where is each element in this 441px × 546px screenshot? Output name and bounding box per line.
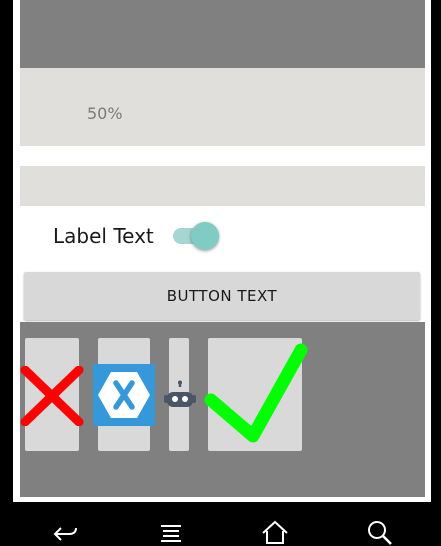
light-gray-bar xyxy=(20,166,425,206)
green-checkmark-icon xyxy=(204,343,308,443)
primary-button[interactable]: BUTTON TEXT xyxy=(24,272,420,320)
system-navigation-bar xyxy=(0,502,441,546)
progress-label: 50% xyxy=(87,104,123,123)
app-screen: 50% Label Text BUTTON TEXT xyxy=(13,0,431,502)
robot-icon xyxy=(164,380,196,407)
menu-icon[interactable] xyxy=(157,518,187,546)
search-icon[interactable] xyxy=(365,518,395,546)
switch-label: Label Text xyxy=(53,224,154,248)
switch-thumb xyxy=(191,222,219,250)
progress-panel xyxy=(20,68,425,146)
top-gray-panel xyxy=(20,0,425,68)
red-x-icon xyxy=(20,366,84,426)
toggle-switch[interactable] xyxy=(173,222,219,250)
back-icon[interactable] xyxy=(51,518,81,546)
xamarin-logo-icon xyxy=(93,364,155,426)
home-icon[interactable] xyxy=(260,518,290,546)
